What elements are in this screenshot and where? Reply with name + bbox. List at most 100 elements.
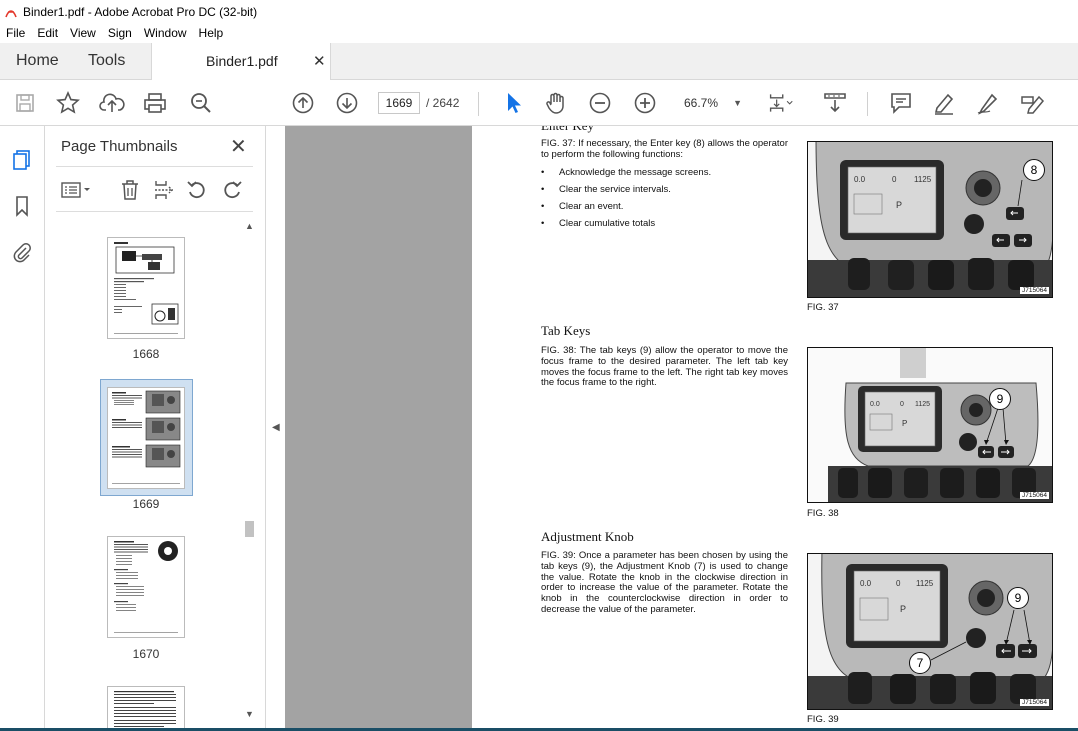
section-heading: Adjustment Knob	[541, 529, 634, 544]
window-title: Binder1.pdf - Adobe Acrobat Pro DC (32-b…	[23, 4, 258, 19]
svg-text:0: 0	[900, 401, 904, 408]
save-icon[interactable]	[12, 90, 38, 116]
bullet-item: Clear cumulative totals	[541, 215, 711, 232]
page-thumbnails-panel: Page Thumbnails ✕ 1668 1669 1670 ▲ ▼	[46, 126, 265, 731]
upload-cloud-icon[interactable]	[99, 90, 125, 116]
rotate-clockwise-icon[interactable]	[221, 178, 243, 202]
svg-text:P: P	[900, 604, 906, 614]
close-tab-icon[interactable]: ✕	[313, 43, 326, 80]
svg-text:0.0: 0.0	[860, 579, 872, 588]
bookmark-star-icon[interactable]	[55, 90, 81, 116]
fill-sign-icon[interactable]	[1019, 90, 1045, 116]
highlight-pen-icon[interactable]	[931, 90, 957, 116]
tab-row: Home Tools Binder1.pdf ✕	[0, 43, 1078, 80]
extract-pages-icon[interactable]	[153, 178, 175, 202]
panel-divider-2	[56, 211, 253, 212]
zoom-out-icon[interactable]	[587, 90, 613, 116]
thumbnail-page-number: 1669	[132, 497, 160, 511]
chevron-down-icon: ▼	[733, 98, 742, 108]
page-thumbnails-icon[interactable]	[11, 148, 33, 172]
page-thumbnail-selected[interactable]	[107, 387, 185, 489]
figure-callout: 9	[1007, 587, 1029, 609]
previous-page-icon[interactable]	[290, 90, 316, 116]
figure-image: 0.0 0 1125 P	[807, 141, 1053, 298]
scroll-down-icon[interactable]: ▼	[245, 709, 254, 719]
pdf-page: Enter Key FIG. 37: If necessary, the Ent…	[472, 126, 1078, 729]
select-cursor-icon[interactable]	[500, 90, 526, 116]
partial-heading: Enter Key	[541, 126, 594, 134]
bullet-item: Clear the service intervals.	[541, 181, 711, 198]
figure-caption: FIG. 39	[807, 714, 839, 725]
panel-title: Page Thumbnails	[61, 138, 178, 155]
figure-caption: FIG. 38	[807, 508, 839, 519]
svg-text:P: P	[902, 419, 907, 428]
page-number-input[interactable]: 1669	[378, 92, 420, 114]
svg-text:1125: 1125	[916, 579, 934, 588]
zoom-search-icon[interactable]	[188, 90, 214, 116]
figure-image: 0.0 0 1125 P	[807, 553, 1053, 710]
collapse-panel-icon[interactable]: ◀	[272, 422, 280, 433]
figure-code: J715064	[1020, 699, 1049, 706]
figure-code: J715064	[1020, 492, 1049, 499]
zoom-in-icon[interactable]	[632, 90, 658, 116]
toolbar-divider	[478, 92, 479, 116]
section-paragraph: FIG. 37: If necessary, the Enter key (8)…	[541, 138, 788, 160]
menu-bar: File Edit View Sign Window Help	[0, 23, 1078, 43]
bookmarks-icon[interactable]	[11, 194, 33, 218]
close-panel-icon[interactable]: ✕	[230, 134, 247, 159]
comment-icon[interactable]	[888, 90, 914, 116]
svg-text:0: 0	[896, 579, 901, 588]
section-heading: Tab Keys	[541, 323, 591, 338]
thumbnail-scrollbar[interactable]: ▲ ▼	[243, 221, 256, 721]
document-viewport[interactable]: Enter Key FIG. 37: If necessary, the Ent…	[285, 126, 1078, 729]
toolbar-divider-2	[867, 92, 868, 116]
figure-callout: 9	[989, 388, 1011, 410]
section-paragraph: FIG. 38: The tab keys (9) allow the oper…	[541, 345, 788, 389]
bullet-list: Acknowledge the message screens. Clear t…	[541, 164, 711, 232]
svg-text:0.0: 0.0	[870, 401, 880, 408]
hand-tool-icon[interactable]	[543, 90, 569, 116]
scrollbar-thumb[interactable]	[245, 521, 254, 537]
svg-text:P: P	[896, 200, 902, 210]
svg-text:0.0: 0.0	[854, 175, 866, 184]
acrobat-window: Binder1.pdf - Adobe Acrobat Pro DC (32-b…	[0, 0, 1078, 731]
tab-document[interactable]: Binder1.pdf ✕	[151, 43, 331, 80]
delete-pages-icon[interactable]	[119, 178, 141, 202]
thumbnail-page-number: 1668	[132, 347, 160, 361]
panel-divider	[56, 166, 253, 167]
panel-splitter[interactable]: ◀	[265, 126, 285, 731]
svg-text:1125: 1125	[915, 401, 930, 408]
bullet-item: Acknowledge the message screens.	[541, 164, 711, 181]
scroll-up-icon[interactable]: ▲	[245, 221, 254, 231]
menu-file[interactable]: File	[0, 26, 31, 40]
thumbnail-page-number: 1670	[132, 647, 160, 661]
thumbnail-options-icon[interactable]	[60, 178, 92, 202]
bullet-item: Clear an event.	[541, 198, 711, 215]
figure-callout: 7	[909, 652, 931, 674]
document-tab-label: Binder1.pdf	[206, 53, 278, 69]
sign-pen-icon[interactable]	[975, 90, 1001, 116]
page-display-icon[interactable]	[768, 90, 794, 116]
menu-help[interactable]: Help	[193, 26, 230, 40]
page-thumbnail[interactable]	[107, 686, 185, 731]
scroll-mode-icon[interactable]	[822, 90, 848, 116]
svg-text:1125: 1125	[914, 175, 932, 184]
menu-view[interactable]: View	[64, 26, 102, 40]
figure-image: 0.0 0 1125 P	[807, 347, 1053, 503]
menu-edit[interactable]: Edit	[31, 26, 64, 40]
tab-tools[interactable]: Tools	[88, 43, 125, 79]
rotate-counterclockwise-icon[interactable]	[186, 178, 208, 202]
zoom-level-select[interactable]: 66.7% ▼	[676, 92, 748, 114]
attachments-paperclip-icon[interactable]	[11, 240, 33, 264]
page-thumbnail[interactable]	[107, 237, 185, 339]
title-bar: Binder1.pdf - Adobe Acrobat Pro DC (32-b…	[0, 0, 1078, 23]
adjacent-page	[285, 126, 472, 729]
left-nav-rail	[0, 126, 45, 731]
tab-home[interactable]: Home	[16, 43, 59, 79]
page-thumbnail[interactable]	[107, 536, 185, 638]
menu-sign[interactable]: Sign	[102, 26, 138, 40]
toolbar: 1669 / 2642 66.7% ▼	[0, 80, 1078, 126]
menu-window[interactable]: Window	[138, 26, 193, 40]
next-page-icon[interactable]	[334, 90, 360, 116]
print-icon[interactable]	[142, 90, 168, 116]
